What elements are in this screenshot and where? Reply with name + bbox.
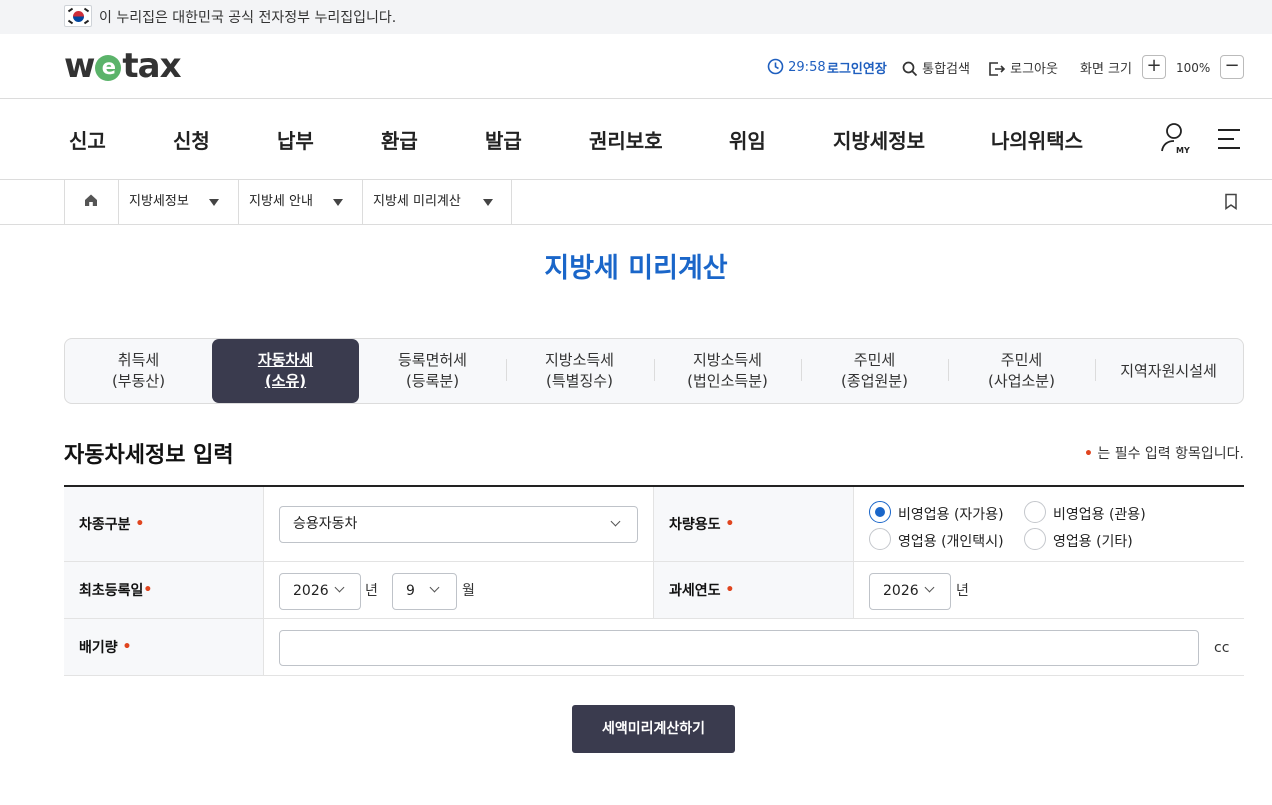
chevron-down-icon: [429, 582, 440, 593]
nav-item-delegate[interactable]: 위임: [729, 125, 766, 154]
tax-year-select[interactable]: 2026: [869, 573, 951, 610]
required-dot: •: [1083, 446, 1093, 462]
timer-value: 29:58: [788, 60, 826, 75]
radio-non-business-government[interactable]: [1024, 501, 1046, 523]
registration-year-select[interactable]: 2026: [279, 573, 361, 610]
tax-year-unit: 년: [956, 583, 969, 599]
tab-vehicle-tax[interactable]: 자동차세 (소유): [212, 339, 359, 403]
breadcrumb-local-tax-info[interactable]: 지방세정보: [118, 180, 238, 224]
vehicle-type-label: 차종구분 •: [64, 487, 263, 561]
tab-registration-license-tax[interactable]: 등록면허세 (등록분): [359, 339, 506, 403]
search-button[interactable]: 통합검색: [902, 58, 970, 77]
nav-item-issue[interactable]: 발급: [485, 125, 522, 154]
tab-local-income-tax-withholding[interactable]: 지방소득세 (특별징수): [506, 339, 653, 403]
radio-business-taxi[interactable]: [869, 528, 891, 550]
home-icon: [85, 194, 97, 206]
header: w e tax 29:58 로그인연장 통합검색 로그아웃 화면 크기 + 100%…: [0, 34, 1272, 99]
dropdown-arrow-icon: [333, 199, 343, 206]
dropdown-arrow-icon: [483, 199, 493, 206]
radio-label-business-taxi: 영업용 (개인택시): [898, 534, 1004, 550]
registration-month-select[interactable]: 9: [392, 573, 457, 610]
radio-business-other[interactable]: [1024, 528, 1046, 550]
my-page-button[interactable]: MY: [1160, 121, 1194, 157]
chevron-down-icon: [610, 516, 621, 527]
zoom-out-button[interactable]: −: [1220, 55, 1244, 79]
session-timer: 29:58: [767, 58, 826, 75]
radio-label-non-business-government: 비영업용 (관용): [1053, 507, 1146, 523]
nav-item-local-tax-info[interactable]: 지방세정보: [833, 125, 925, 154]
logout-icon: [989, 62, 1006, 76]
tax-year-label: 과세연도 •: [654, 562, 853, 618]
displacement-label: 배기량 •: [64, 619, 263, 675]
zoom-level: 100%: [1176, 61, 1211, 75]
radio-non-business-private[interactable]: [869, 501, 891, 523]
breadcrumb-home[interactable]: [64, 180, 118, 224]
gov-banner-text: 이 누리집은 대한민국 공식 전자정부 누리집입니다.: [99, 10, 397, 26]
tab-local-income-tax-corporate[interactable]: 지방소득세 (법인소득분): [654, 339, 801, 403]
main-nav: 신고 신청 납부 환급 발급 권리보호 위임 지방세정보 나의위택스 MY: [0, 99, 1272, 180]
nav-item-rights[interactable]: 권리보호: [589, 125, 663, 154]
gov-banner: 이 누리집은 대한민국 공식 전자정부 누리집입니다.: [0, 0, 1272, 34]
screen-size-label: 화면 크기: [1080, 62, 1132, 77]
page-title: 지방세 미리계산: [544, 253, 728, 284]
section-title: 자동차세정보 입력: [64, 443, 234, 468]
usage-label: 차량용도 •: [654, 487, 853, 561]
tab-resident-tax-business[interactable]: 주민세 (사업소분): [948, 339, 1095, 403]
radio-label-non-business-private: 비영업용 (자가용): [898, 507, 1004, 523]
nav-item-pay[interactable]: 납부: [277, 125, 314, 154]
calculate-tax-button[interactable]: 세액미리계산하기: [572, 705, 735, 753]
korea-flag-icon: [64, 5, 92, 27]
first-registration-label: 최초등록일 •: [64, 562, 263, 618]
zoom-in-button[interactable]: +: [1142, 55, 1166, 79]
displacement-input[interactable]: [279, 630, 1199, 666]
logout-button[interactable]: 로그아웃: [988, 58, 1058, 77]
clock-icon: [767, 58, 784, 75]
nav-item-my-wetax[interactable]: 나의위택스: [991, 125, 1083, 154]
chevron-down-icon: [334, 582, 345, 593]
hamburger-menu-icon: [1218, 129, 1240, 149]
year-unit: 년: [365, 583, 378, 599]
extend-login-button[interactable]: 로그인연장: [827, 58, 887, 77]
breadcrumb-pre-calc[interactable]: 지방세 미리계산: [362, 180, 512, 224]
wetax-logo[interactable]: w e tax: [64, 46, 182, 86]
bookmark-icon: [1225, 193, 1237, 210]
tab-resident-tax-employee[interactable]: 주민세 (종업원분): [801, 339, 948, 403]
vehicle-type-select[interactable]: 승용자동차: [279, 506, 638, 543]
bookmark-button[interactable]: [1224, 193, 1240, 211]
nav-item-apply[interactable]: 신청: [173, 125, 210, 154]
radio-label-business-other: 영업용 (기타): [1053, 534, 1133, 550]
cc-unit: cc: [1214, 640, 1230, 656]
all-menu-button[interactable]: [1216, 127, 1242, 151]
nav-item-report[interactable]: 신고: [69, 125, 106, 154]
search-icon: [902, 61, 918, 77]
my-badge: MY: [1176, 146, 1190, 155]
month-unit: 월: [462, 583, 475, 599]
nav-item-refund[interactable]: 환급: [381, 125, 418, 154]
tab-acquisition-tax[interactable]: 취득세 (부동산): [65, 339, 212, 403]
dropdown-arrow-icon: [209, 199, 219, 206]
breadcrumb: 지방세정보 지방세 안내 지방세 미리계산: [0, 180, 1272, 225]
chevron-down-icon: [924, 582, 935, 593]
tax-type-tabs: 취득세 (부동산) 자동차세 (소유) 등록면허세 (등록분) 지방소득세 (특별징수)…: [64, 338, 1244, 404]
breadcrumb-local-tax-guide[interactable]: 지방세 안내: [238, 180, 362, 224]
required-note: • 는 필수 입력 항목입니다.: [1083, 446, 1244, 462]
vehicle-tax-form: 차종구분 • 차량용도 • 최초등록일 • 과세연도 • 배기량 • 승용자동차 …: [64, 485, 1244, 676]
tab-regional-resource-tax[interactable]: 지역자원시설세: [1095, 339, 1242, 403]
